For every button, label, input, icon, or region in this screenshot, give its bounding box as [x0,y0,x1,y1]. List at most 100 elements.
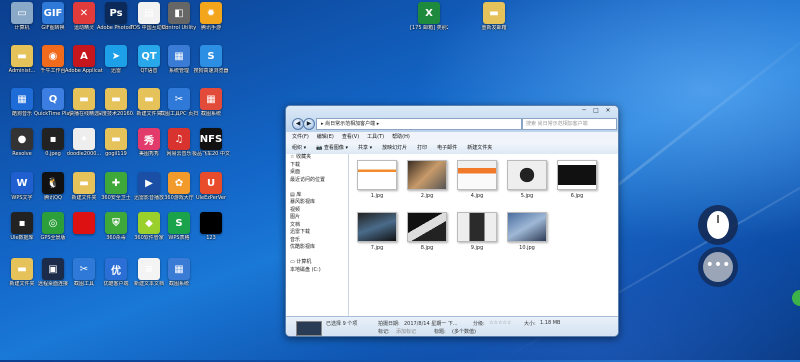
nav-item[interactable]: 优酷影视库 [286,244,348,252]
file-name: 7.jpg [370,245,384,251]
desktop-icon[interactable]: ▦ 截图系统 [192,88,230,117]
file-thumbnail[interactable]: 7.jpg [357,212,397,251]
date-value: 2017/8/14 星期一 下... [404,321,458,327]
nav-item[interactable]: 本地磁盘 (C:) [286,267,348,275]
mouse-mode-button[interactable] [698,205,738,245]
app-icon: ▬ [73,88,95,110]
nav-item[interactable]: 音乐 [286,237,348,245]
file-name: 1.jpg [370,193,384,199]
desktop-file-label: [175 邮箱] 类别2表格 [410,25,448,31]
nav-item[interactable]: ▭ 计算机 [286,259,348,267]
address-bar[interactable]: ▸ 尚日常示范相加客户端 ▸ [316,118,522,130]
details-pane: 已选择 9 个项 拍摄日期: 2017/8/14 星期一 下... 标记: 添加… [286,316,618,336]
menu-item[interactable]: 帮助(H) [392,132,410,142]
app-icon: U [200,172,222,194]
app-icon: NFS [200,128,222,150]
app-icon: ◉ [42,45,64,67]
app-icon: ✕ [73,2,95,24]
minimize-button[interactable]: ─ [578,106,590,115]
app-icon: ✚ [105,172,127,194]
side-tab-icon[interactable] [792,290,800,306]
menu-item[interactable]: 文件(F) [292,132,309,142]
nav-item[interactable]: 视频 [286,207,348,215]
nav-item[interactable]: 桌面 [286,169,348,177]
nav-item[interactable]: 最近访问的位置 [286,177,348,185]
rating-stars[interactable]: ☆☆☆☆☆ [489,320,511,326]
app-icon: ✂ [73,258,95,280]
app-icon: 秀 [138,128,160,150]
menu-item[interactable]: 查看(V) [342,132,359,142]
app-icon: ✹ [200,2,222,24]
search-input[interactable]: 搜索 尚日常示范相加客户端 [522,118,617,130]
selected-count: 已选择 9 个项 [326,321,358,327]
desktop-file-label: 重新发邮箱 [481,25,507,31]
nav-item[interactable]: 下载 [286,162,348,170]
desktop-icon[interactable]: 123 [192,212,230,241]
nav-item[interactable]: 图片 [286,214,348,222]
app-icon: ▬ [105,88,127,110]
tags-value[interactable]: 添加标记 [396,328,416,335]
file-thumbnail[interactable]: 10.jpg [507,212,547,251]
desktop-icon[interactable]: U UleEzPerVer [192,172,230,201]
app-icon: ▬ [11,45,33,67]
file-thumbnail[interactable]: 1.jpg [357,160,397,199]
image-preview [507,212,547,242]
file-thumbnail[interactable]: 2.jpg [407,160,447,199]
image-preview [507,160,547,190]
desktop-icon[interactable]: ▦ 截图系统 [160,258,198,287]
more-options-button[interactable]: ••• [698,247,738,287]
maximize-button[interactable]: □ [590,106,602,115]
file-thumbnail[interactable]: 6.jpg [557,160,597,199]
desktop-icon-label: GPS全景版 [40,235,66,241]
desktop-file[interactable]: X[175 邮箱] 类别2表格 [410,2,448,31]
nav-item[interactable]: 暴风影视库 [286,199,348,207]
desktop-icon-label: 123 [206,235,216,241]
toolbar-button[interactable]: 放映幻灯片 [382,142,407,154]
image-preview [457,212,497,242]
desktop-icon[interactable]: NFS极品飞车20 中文版 [192,128,230,157]
forward-button[interactable]: ▶ [303,118,315,130]
title-bar[interactable]: ─ □ ✕ ◀ ▶ ▸ 尚日常示范相加客户端 ▸ 搜索 尚日常示范相加客户端 [286,106,618,132]
file-icon: ▬ [483,2,505,24]
app-icon [73,212,95,234]
nav-item[interactable]: 迅雷下载 [286,229,348,237]
close-button[interactable]: ✕ [602,106,614,115]
title-label: 标题: [434,329,446,335]
toolbar-button[interactable]: 打印 [417,142,427,154]
date-label: 拍摄日期: [378,321,400,327]
file-thumbnail[interactable]: 8.jpg [407,212,447,251]
image-preview [407,212,447,242]
app-icon: ▦ [200,88,222,110]
file-list: 1.jpg 2.jpg 4.jpg 5.jpg 6.jpg 7.jpg 8.jpg 9.jpg… [349,154,618,316]
file-thumbnail[interactable]: 5.jpg [507,160,547,199]
toolbar-button[interactable]: 新建文件夹 [467,142,492,154]
toolbar-button[interactable]: 组织 ▾ [292,142,306,154]
file-thumbnail[interactable]: 9.jpg [457,212,497,251]
menu-item[interactable]: 编辑(E) [317,132,334,142]
navigation-pane: ☆ 收藏夹 下载 桌面 最近访问的位置 ▤ 库 暴风影视库 视频 图片 文档 迅雷… [286,154,349,316]
desktop-icon[interactable]: ✹ 腾讯手游 [192,2,230,31]
file-name: 4.jpg [470,193,484,199]
nav-item[interactable]: 文档 [286,222,348,230]
nav-item[interactable]: ▤ 库 [286,192,348,200]
app-icon: ▬ [73,172,95,194]
explorer-window[interactable]: ─ □ ✕ ◀ ▶ ▸ 尚日常示范相加客户端 ▸ 搜索 尚日常示范相加客户端 文… [285,105,619,337]
app-icon: QT [138,45,160,67]
desktop-icon[interactable]: S 搜狗高速浏览器 [192,45,230,74]
app-icon: ➤ [105,45,127,67]
app-icon: ◎ [42,212,64,234]
app-icon: ◧ [168,2,190,24]
app-icon: ▤ [138,2,160,24]
desktop-icon-label: 腾讯手游 [200,25,221,31]
app-icon: ✿ [168,172,190,194]
toolbar-button[interactable]: 📷 查看图像 ▾ [316,142,348,154]
size-label: 大小: [524,321,536,327]
toolbar-button[interactable]: 电子邮件 [437,142,457,154]
toolbar-button[interactable]: 共享 ▾ [358,142,372,154]
nav-item [286,252,348,260]
app-icon: ✂ [168,88,190,110]
menu-item[interactable]: 工具(T) [367,132,384,142]
nav-item[interactable]: ☆ 收藏夹 [286,154,348,162]
file-thumbnail[interactable]: 4.jpg [457,160,497,199]
desktop-file[interactable]: ▬ 重新发邮箱 [475,2,513,31]
